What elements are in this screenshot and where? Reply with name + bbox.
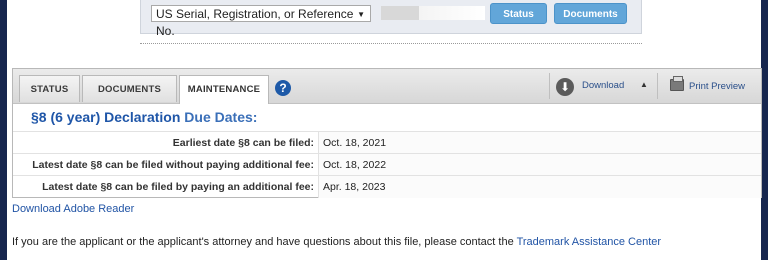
row-value: Oct. 18, 2021 xyxy=(318,132,761,154)
page-left-border xyxy=(0,0,7,260)
row-label: Latest date §8 can be filed by paying an… xyxy=(42,181,314,193)
table-row: Earliest date §8 can be filed: Oct. 18, … xyxy=(13,131,761,154)
dotted-separator xyxy=(140,43,642,44)
help-icon[interactable]: ? xyxy=(275,80,291,96)
documents-button[interactable]: Documents xyxy=(554,3,627,24)
download-label: Download xyxy=(582,80,625,91)
row-label: Earliest date §8 can be filed: xyxy=(172,137,314,149)
search-input[interactable] xyxy=(381,6,485,20)
tab-bar: STATUS DOCUMENTS MAINTENANCE ? ⬇ Downloa… xyxy=(13,69,761,104)
status-button[interactable]: Status xyxy=(490,3,547,24)
section-title-main: §8 (6 year) Declaration xyxy=(31,109,181,125)
contact-notice-text: If you are the applicant or the applican… xyxy=(12,236,517,248)
table-row: Latest date §8 can be filed without payi… xyxy=(13,153,761,176)
search-type-selected: US Serial, Registration, or Reference No… xyxy=(156,7,354,38)
download-icon: ⬇ xyxy=(556,78,574,96)
toolbar-divider xyxy=(657,73,658,99)
toolbar-divider xyxy=(549,73,550,99)
trademark-assistance-center-link[interactable]: Trademark Assistance Center xyxy=(517,236,661,248)
section-title: §8 (6 year) Declaration Due Dates: xyxy=(31,109,257,125)
row-label: Latest date §8 can be filed without payi… xyxy=(32,159,314,171)
tab-maintenance[interactable]: MAINTENANCE xyxy=(179,75,269,104)
download-adobe-reader-link[interactable]: Download Adobe Reader xyxy=(12,203,134,215)
tab-documents[interactable]: DOCUMENTS xyxy=(82,75,177,102)
tab-status[interactable]: STATUS xyxy=(19,75,80,102)
search-type-select[interactable]: US Serial, Registration, or Reference No… xyxy=(151,5,371,38)
page-right-border xyxy=(761,0,768,260)
row-value: Oct. 18, 2022 xyxy=(318,154,761,176)
select-caret-icon: ▼ xyxy=(357,10,365,19)
print-preview-label: Print Preview xyxy=(689,81,745,92)
maintenance-panel: STATUS DOCUMENTS MAINTENANCE ? ⬇ Downloa… xyxy=(12,68,762,198)
printer-icon xyxy=(670,76,684,91)
contact-notice: If you are the applicant or the applican… xyxy=(12,236,661,248)
table-row: Latest date §8 can be filed by paying an… xyxy=(13,175,761,198)
section-title-suffix: Due Dates: xyxy=(184,109,258,125)
search-panel: US Serial, Registration, or Reference No… xyxy=(140,0,642,38)
row-value: Apr. 18, 2023 xyxy=(318,176,761,198)
caret-up-icon: ▲ xyxy=(640,80,648,89)
